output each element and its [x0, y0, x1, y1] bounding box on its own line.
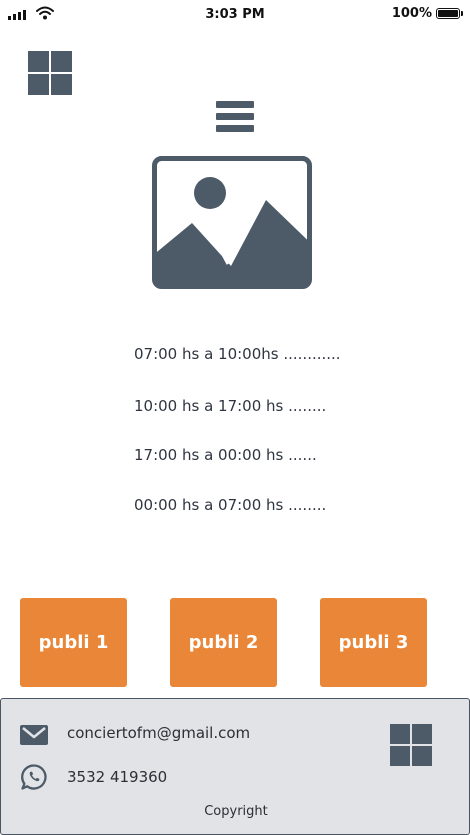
publi-3-button[interactable]: publi 3	[320, 598, 427, 687]
publi-2-button[interactable]: publi 2	[170, 598, 277, 687]
footer-email[interactable]: conciertofm@gmail.com	[67, 724, 250, 742]
image-icon	[152, 156, 312, 289]
footer: conciertofm@gmail.com 3532 419360 Copyri…	[0, 698, 470, 835]
schedule-item: 07:00 hs a 10:00hs ............	[134, 345, 341, 363]
grid-icon[interactable]	[28, 51, 72, 95]
footer-phone[interactable]: 3532 419360	[67, 768, 167, 786]
envelope-icon	[20, 725, 48, 745]
whatsapp-icon	[21, 764, 47, 790]
schedule-item: 10:00 hs a 17:00 hs ........	[134, 397, 327, 415]
battery-icon	[436, 8, 463, 19]
copyright-text: Copyright	[204, 804, 268, 819]
grid-icon	[390, 724, 432, 766]
schedule-item: 17:00 hs a 00:00 hs ......	[134, 446, 317, 464]
schedule-item: 00:00 hs a 07:00 hs ........	[134, 496, 327, 514]
hamburger-icon[interactable]	[216, 101, 254, 133]
battery-percent: 100%	[391, 6, 432, 21]
status-bar: 3:03 PM 100%	[0, 0, 470, 30]
publi-1-button[interactable]: publi 1	[20, 598, 127, 687]
